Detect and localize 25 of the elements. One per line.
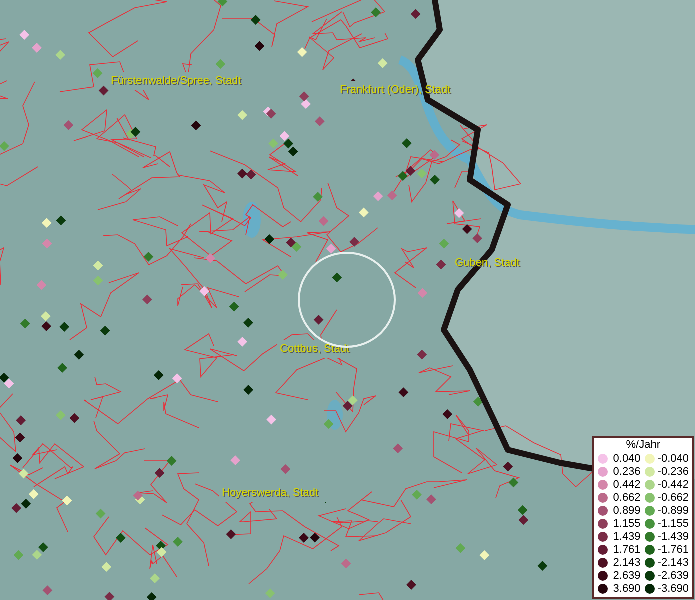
legend-value: -0.442 — [658, 478, 689, 490]
place-label: Fürstenwalde/Spree, Stadt — [111, 75, 242, 88]
legend-value: 0.040 — [612, 452, 641, 464]
legend-value: -1.439 — [658, 530, 689, 542]
legend-value: -2.639 — [658, 570, 689, 582]
legend-value: -0.899 — [658, 504, 689, 516]
legend-value: 1.155 — [612, 518, 641, 530]
legend-title: %/Jahr — [626, 439, 661, 452]
legend-value: 0.899 — [612, 504, 641, 516]
legend-value: 2.143 — [612, 556, 641, 568]
legend-value: -1.761 — [658, 544, 689, 556]
legend-value: -0.236 — [658, 466, 689, 478]
legend-value: -1.155 — [658, 518, 689, 530]
place-label: Hoyerswerda, Stadt — [222, 487, 319, 500]
legend-value: 0.236 — [612, 466, 641, 478]
legend-value: 1.761 — [612, 544, 641, 556]
legend-value: -0.040 — [658, 452, 689, 464]
legend-value: -3.690 — [658, 582, 689, 594]
legend-value: 2.639 — [612, 570, 641, 582]
legend-value: 0.662 — [612, 492, 641, 504]
legend-value: 3.690 — [612, 582, 641, 594]
legend-value: 1.439 — [612, 530, 641, 542]
legend-value: -0.662 — [658, 492, 689, 504]
legend-value: -2.143 — [658, 556, 689, 568]
legend-value: 0.442 — [612, 478, 641, 490]
